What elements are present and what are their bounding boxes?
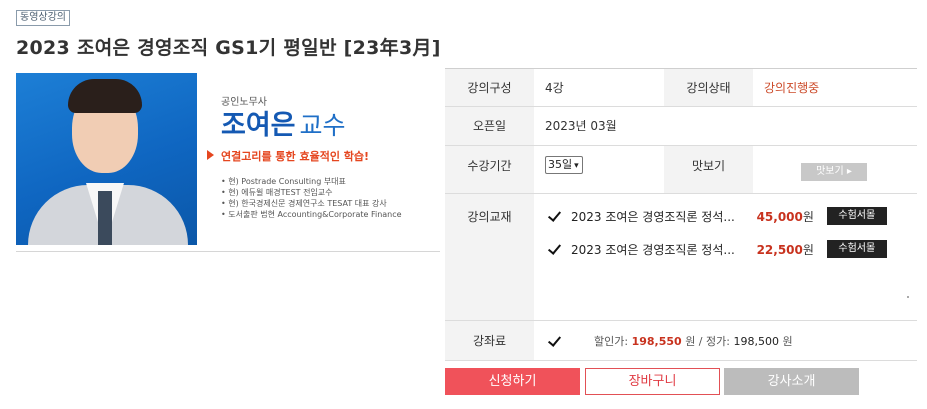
fee-text: 할인가: 198,550 원 / 정가: 198,500 원 [594,333,793,349]
apply-button[interactable]: 신청하기 [445,368,580,395]
career-item: • 현) 한국경제신문 경제연구소 TESAT 대표 강사 [221,199,387,208]
textbook-title[interactable]: 2023 조여은 경영조직론 정석... [571,208,749,225]
fee-regular-unit: 원 [782,334,793,348]
textbook-checkbox[interactable] [547,242,561,256]
status-label: 강의상태 [664,69,753,106]
textbook-price: 22,500원 [756,241,814,258]
action-buttons: 신청하기 장바구니 강사소개 [445,368,859,395]
chevron-down-icon: ▾ [574,161,579,171]
info-row-fee: 강좌료 할인가: 198,550 원 / 정가: 198,500 원 [445,321,917,361]
textbook-label: 강의교재 [445,194,534,320]
publisher-button[interactable]: 수험서몰 [826,240,887,258]
fee-label: 강좌료 [445,321,534,360]
cart-button[interactable]: 장바구니 [585,368,720,395]
page-title: 2023 조여은 경영조직 GS1기 평일반 [23年3月] [16,37,441,59]
fee-checkbox[interactable] [547,334,561,348]
textbook-item: 2023 조여은 경영조직론 정석... 22,500원 수험서몰 [547,239,887,259]
arrow-icon [207,150,214,160]
career-item: • 현) 에듀윌 매경TEST 전임교수 [221,188,333,197]
textbook-list: 2023 조여은 경영조직론 정석... 45,000원 수험서몰 2023 조… [534,194,917,320]
banner-text: 공인노무사 조여은 교수 연결고리를 통한 효율적인 학습! • 현) Postr… [207,93,436,220]
preview-cell: 맛보기 ▸ [753,146,917,193]
preview-button[interactable]: 맛보기 ▸ [801,163,867,181]
fee-discount-label: 할인가: [594,334,629,348]
period-select-value: 35일 [548,158,573,171]
instructor-name-text: 조여은 [221,110,296,141]
decorative-dot [907,296,909,298]
instructor-photo [16,73,197,245]
info-row-textbook: 강의교재 2023 조여은 경영조직론 정석... 45,000원 수험서몰 2… [445,194,917,321]
preview-label: 맛보기 [664,146,753,193]
period-cell: 35일 ▾ [534,146,664,193]
fee-discount-value: 198,550 [631,334,682,348]
instructor-banner: 공인노무사 조여은 교수 연결고리를 통한 효율적인 학습! • 현) Postr… [16,73,440,245]
textbook-price-unit: 원 [802,242,814,257]
textbook-title[interactable]: 2023 조여은 경영조직론 정석... [571,241,749,258]
career-item: • 현) Postrade Consulting 부대표 [221,177,346,186]
textbook-checkbox[interactable] [547,209,561,223]
textbook-price-value: 45,000 [756,209,803,224]
career-item: • 도서출판 법현 Accounting&Corporate Finance [221,210,402,219]
composition-label: 강의구성 [445,69,534,106]
fee-discount-unit: 원 / 정가: [685,334,730,348]
status-value: 강의진행중 [764,81,820,95]
banner-subtitle: 공인노무사 [221,97,267,108]
info-row-open-date: 오픈일 2023년 03월 [445,107,917,146]
career-list: • 현) Postrade Consulting 부대표 • 현) 에듀윌 매경… [221,176,436,220]
instructor-intro-button[interactable]: 강사소개 [724,368,859,395]
fee-regular-value: 198,500 [733,334,779,348]
course-info-table: 강의구성 4강 강의상태 강의진행중 오픈일 2023년 03월 수강기간 35… [445,68,917,361]
period-label: 수강기간 [445,146,534,193]
publisher-button[interactable]: 수험서몰 [826,207,887,225]
textbook-item: 2023 조여은 경영조직론 정석... 45,000원 수험서몰 [547,206,887,226]
textbook-price-value: 22,500 [756,242,803,257]
open-date-value: 2023년 03월 [545,119,617,133]
textbook-price: 45,000원 [756,208,814,225]
instructor-title: 교수 [299,111,346,140]
info-row-period: 수강기간 35일 ▾ 맛보기 맛보기 ▸ [445,146,917,194]
category-badge: 동영상강의 [16,10,70,26]
open-date-label: 오픈일 [445,107,534,145]
banner-slogan: 연결고리를 통한 효율적인 학습! [207,148,436,164]
divider [16,251,440,252]
textbook-price-unit: 원 [802,209,814,224]
instructor-name: 조여은 교수 [221,110,436,142]
info-row-composition: 강의구성 4강 강의상태 강의진행중 [445,69,917,107]
banner-slogan-text: 연결고리를 통한 효율적인 학습! [221,150,370,163]
fee-cell: 할인가: 198,550 원 / 정가: 198,500 원 [534,321,917,360]
period-select[interactable]: 35일 ▾ [545,156,583,174]
composition-value: 4강 [545,81,564,95]
